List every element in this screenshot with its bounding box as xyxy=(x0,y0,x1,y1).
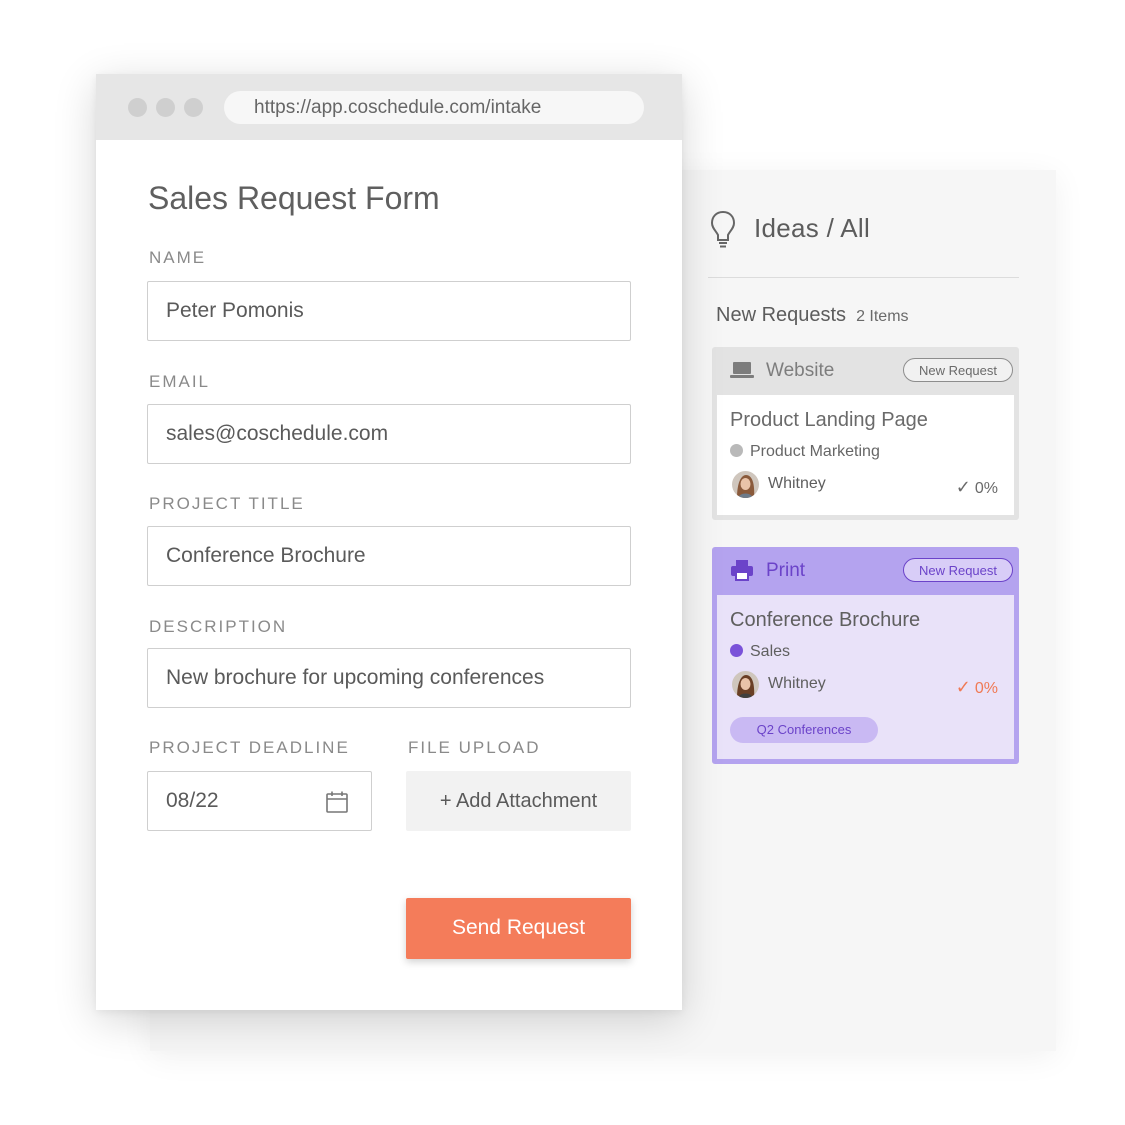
status-badge: New Request xyxy=(902,358,1013,382)
laptop-icon xyxy=(730,362,754,378)
ideas-title: Ideas / All xyxy=(754,213,871,243)
description-field[interactable]: New brochure for upcoming conferences xyxy=(147,648,631,708)
ideas-header: Ideas / All xyxy=(708,205,1019,278)
send-request-button[interactable]: Send Request xyxy=(406,898,631,959)
card-type-label: Print xyxy=(766,560,806,581)
department-label: Sales xyxy=(750,643,791,660)
card-type-label: Website xyxy=(766,360,835,381)
card-department: Product Marketing xyxy=(730,443,880,461)
deadline-value: 08/22 xyxy=(166,789,219,812)
window-maximize-dot[interactable] xyxy=(184,98,203,117)
file-upload-label: FILE UPLOAD xyxy=(408,738,541,757)
new-requests-header: New Requests 2 Items xyxy=(716,304,909,327)
progress-value: 0% xyxy=(974,680,998,697)
department-label: Product Marketing xyxy=(750,443,880,460)
browser-window: https://app.coschedule.com/intake Sales … xyxy=(96,74,682,1010)
email-field[interactable]: sales@coschedule.com xyxy=(147,404,631,464)
campaign-tag[interactable]: Q2 Conferences xyxy=(730,717,878,743)
section-count: 2 Items xyxy=(856,308,909,325)
name-label: NAME xyxy=(149,248,207,267)
calendar-icon[interactable] xyxy=(325,790,349,814)
avatar xyxy=(732,671,759,698)
card-body: Product Landing Page Product Marketing W… xyxy=(717,395,1014,515)
progress-value: 0% xyxy=(974,480,998,497)
owner-name: Whitney xyxy=(768,475,826,492)
project-title-field[interactable]: Conference Brochure xyxy=(147,526,631,586)
url-bar[interactable]: https://app.coschedule.com/intake xyxy=(224,91,644,124)
window-close-dot[interactable] xyxy=(128,98,147,117)
card-type-bar: Print New Request xyxy=(712,547,1019,593)
name-field[interactable]: Peter Pomonis xyxy=(147,281,631,341)
progress-indicator: ✓ 0% xyxy=(956,477,998,498)
printer-icon xyxy=(731,560,753,581)
check-icon: ✓ xyxy=(955,677,971,697)
card-department: Sales xyxy=(730,643,790,661)
form-title: Sales Request Form xyxy=(148,180,440,216)
lightbulb-icon xyxy=(710,210,736,248)
section-title: New Requests xyxy=(716,304,847,326)
progress-indicator: ✓ 0% xyxy=(956,677,998,698)
project-title-label: PROJECT TITLE xyxy=(149,494,305,513)
card-body: Conference Brochure Sales Whitney ✓ 0% Q2… xyxy=(717,595,1014,759)
department-dot xyxy=(730,644,743,657)
request-card-website[interactable]: Website New Request Product Landing Page… xyxy=(712,347,1019,520)
browser-chrome: https://app.coschedule.com/intake xyxy=(96,74,682,140)
add-attachment-button[interactable]: + Add Attachment xyxy=(406,771,631,831)
window-minimize-dot[interactable] xyxy=(156,98,175,117)
card-type-bar: Website New Request xyxy=(712,347,1019,393)
card-title: Conference Brochure xyxy=(730,609,921,631)
avatar xyxy=(732,471,759,498)
request-card-print[interactable]: Print New Request Conference Brochure Sa… xyxy=(712,547,1019,764)
deadline-label: PROJECT DEADLINE xyxy=(149,738,350,757)
department-dot xyxy=(730,444,743,457)
check-icon: ✓ xyxy=(955,477,971,497)
deadline-field[interactable]: 08/22 xyxy=(147,771,372,831)
email-label: EMAIL xyxy=(149,372,211,391)
status-badge: New Request xyxy=(902,558,1013,582)
owner-name: Whitney xyxy=(768,675,826,692)
card-title: Product Landing Page xyxy=(730,409,928,431)
description-label: DESCRIPTION xyxy=(149,617,288,636)
